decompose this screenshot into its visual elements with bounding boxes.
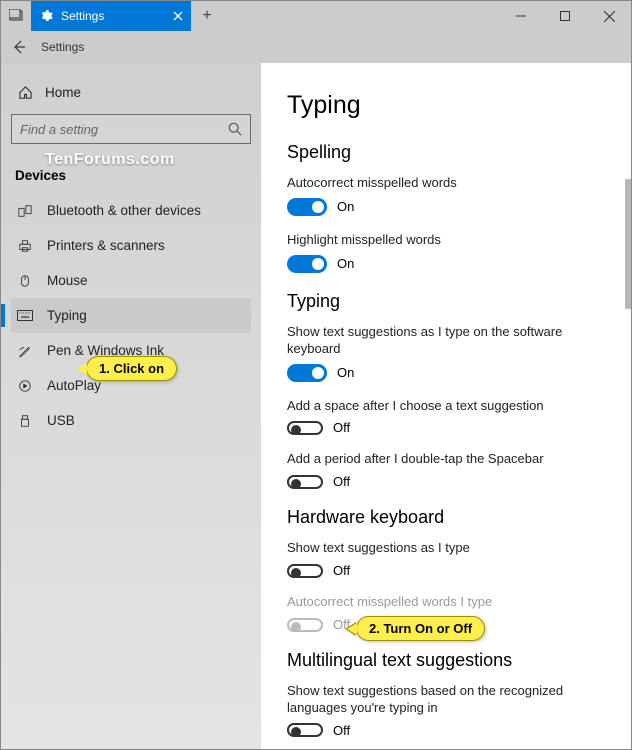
gear-icon (39, 9, 53, 23)
header-label: Settings (41, 40, 84, 54)
tab-title: Settings (61, 9, 104, 23)
bluetooth-icon (17, 204, 33, 218)
autoplay-icon (17, 379, 33, 393)
setting-label: Add a space after I choose a text sugges… (287, 398, 605, 415)
setting-highlight: Highlight misspelled words On (287, 232, 605, 273)
sidebar-item-label: Mouse (47, 273, 88, 288)
group-heading-hardware: Hardware keyboard (287, 507, 605, 528)
setting-label: Show text suggestions as I type on the s… (287, 324, 605, 358)
group-heading-typing: Typing (287, 291, 605, 312)
toggle-suggestions-hw[interactable] (287, 564, 323, 578)
setting-label: Show text suggestions as I type (287, 540, 605, 557)
toggle-state: Off (333, 563, 350, 578)
sidebar-item-label: Printers & scanners (47, 238, 165, 253)
sidebar-section-head: Devices (11, 162, 251, 193)
search-box[interactable] (11, 114, 251, 144)
titlebar: Settings + (1, 1, 631, 31)
scrollbar-thumb[interactable] (625, 179, 631, 309)
keyboard-icon (17, 310, 33, 322)
toggle-state: On (337, 199, 354, 214)
toggle-multilingual[interactable] (287, 723, 323, 737)
toggle-state: Off (333, 723, 350, 738)
close-tab-icon[interactable] (173, 11, 183, 21)
main-content: Typing Spelling Autocorrect misspelled w… (261, 63, 631, 749)
header-bar: Settings (1, 31, 631, 63)
callout-2: 2. Turn On or Off (356, 616, 485, 641)
setting-suggestions-sw: Show text suggestions as I type on the s… (287, 324, 605, 382)
sidebar-item-printers[interactable]: Printers & scanners (11, 228, 251, 263)
toggle-add-period[interactable] (287, 475, 323, 489)
search-icon (228, 122, 242, 136)
sidebar-item-mouse[interactable]: Mouse (11, 263, 251, 298)
mouse-icon (17, 274, 33, 288)
toggle-autocorrect[interactable] (287, 198, 327, 216)
sidebar-item-bluetooth[interactable]: Bluetooth & other devices (11, 193, 251, 228)
new-tab-button[interactable]: + (191, 1, 223, 31)
pen-icon (17, 344, 33, 358)
sidebar-item-label: Bluetooth & other devices (47, 203, 201, 218)
active-tab[interactable]: Settings (31, 1, 191, 31)
toggle-state: Off (333, 420, 350, 435)
sidebar-home-label: Home (45, 85, 81, 100)
titlebar-drag-area (223, 1, 499, 31)
group-heading-spelling: Spelling (287, 142, 605, 163)
setting-multilingual: Show text suggestions based on the recog… (287, 683, 605, 738)
page-title: Typing (287, 91, 605, 120)
setting-add-space: Add a space after I choose a text sugges… (287, 398, 605, 436)
home-icon (17, 85, 33, 100)
setting-label: Highlight misspelled words (287, 232, 605, 249)
taskview-icon[interactable] (1, 1, 31, 31)
setting-label: Show text suggestions based on the recog… (287, 683, 605, 717)
close-window-button[interactable] (587, 1, 631, 31)
maximize-button[interactable] (543, 1, 587, 31)
sidebar-home[interactable]: Home (11, 77, 251, 108)
sidebar-item-label: AutoPlay (47, 378, 101, 393)
toggle-autocorrect-hw (287, 618, 323, 632)
sidebar-item-label: USB (47, 413, 75, 428)
search-input[interactable] (20, 122, 228, 137)
setting-autocorrect: Autocorrect misspelled words On (287, 175, 605, 216)
sidebar: Home TenForums.com Devices Bluetooth & o… (1, 63, 261, 749)
setting-label: Add a period after I double-tap the Spac… (287, 451, 605, 468)
toggle-state: On (337, 256, 354, 271)
back-button[interactable] (11, 39, 27, 55)
usb-icon (17, 414, 33, 428)
setting-label: Autocorrect misspelled words (287, 175, 605, 192)
group-heading-multilingual: Multilingual text suggestions (287, 650, 605, 671)
setting-suggestions-hw: Show text suggestions as I type Off (287, 540, 605, 578)
toggle-state: On (337, 365, 354, 380)
sidebar-item-typing[interactable]: Typing (11, 298, 251, 333)
toggle-highlight[interactable] (287, 255, 327, 273)
sidebar-item-usb[interactable]: USB (11, 403, 251, 438)
setting-add-period: Add a period after I double-tap the Spac… (287, 451, 605, 489)
callout-1: 1. Click on (86, 356, 177, 381)
sidebar-item-label: Typing (47, 308, 87, 323)
printer-icon (17, 239, 33, 253)
setting-label: Autocorrect misspelled words I type (287, 594, 605, 611)
minimize-button[interactable] (499, 1, 543, 31)
toggle-add-space[interactable] (287, 421, 323, 435)
toggle-suggestions-sw[interactable] (287, 364, 327, 382)
toggle-state: Off (333, 474, 350, 489)
